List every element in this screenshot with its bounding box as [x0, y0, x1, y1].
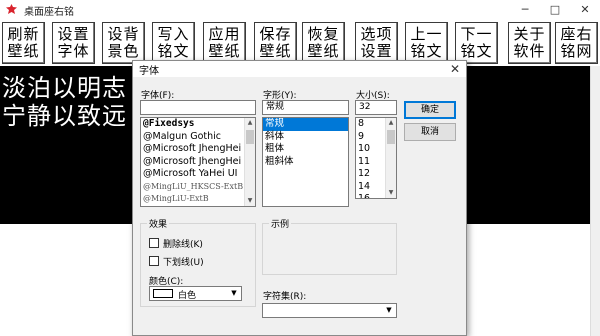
- button-label-line2: 壁纸: [307, 42, 340, 60]
- font-list-item[interactable]: @Fixedsys: [141, 118, 255, 131]
- button-label-line2: 设置: [360, 42, 393, 60]
- button-label-line1: 设置: [57, 25, 90, 43]
- button-label-line2: 铭文: [460, 42, 493, 60]
- vertical-scrollbar[interactable]: [590, 66, 600, 336]
- scroll-up-icon[interactable]: ▲: [245, 118, 255, 128]
- font-list-item[interactable]: @Microsoft JhengHei: [141, 143, 255, 156]
- font-list[interactable]: @Fixedsys @Malgun Gothic @Microsoft Jhen…: [140, 117, 256, 207]
- font-style-list[interactable]: 常规 斜体 粗体 粗斜体: [262, 117, 349, 207]
- style-list-item[interactable]: 粗斜体: [263, 156, 348, 169]
- button-label-line1: 选项: [360, 25, 393, 43]
- scroll-thumb[interactable]: [387, 130, 395, 144]
- button-label-line2: 铭网: [560, 42, 593, 60]
- font-size-list[interactable]: 8 9 10 11 12 14 16 ▲ ▼: [355, 117, 397, 199]
- button-label-line1: 设背: [107, 25, 140, 43]
- button-label-line1: 保存: [259, 25, 292, 43]
- write-motto-button[interactable]: 写入 铭文: [152, 22, 195, 64]
- button-label-line1: 恢复: [307, 25, 340, 43]
- strikeout-label: 删除线(K): [163, 240, 203, 250]
- save-wallpaper-button[interactable]: 保存 壁纸: [254, 22, 297, 64]
- chevron-down-icon[interactable]: ▼: [228, 288, 240, 299]
- font-style-input[interactable]: 常规: [262, 100, 349, 115]
- motto-website-button[interactable]: 座右 铭网: [555, 22, 598, 64]
- maximize-button[interactable]: □: [540, 0, 570, 19]
- strikeout-checkbox[interactable]: [149, 238, 159, 248]
- title-bar: 桌面座右铭 ─ □ ✕: [0, 0, 600, 19]
- font-list-item[interactable]: @Microsoft YaHei UI: [141, 168, 255, 181]
- button-label-line2: 壁纸: [259, 42, 292, 60]
- font-dialog: 字体 ✕ 字体(F): @Fixedsys @Malgun Gothic @Mi…: [132, 60, 467, 336]
- script-label: 字符集(R):: [263, 292, 307, 302]
- scroll-thumb[interactable]: [246, 130, 254, 144]
- button-label-line2: 软件: [513, 42, 546, 60]
- style-list-item-selected[interactable]: 常规: [263, 118, 348, 131]
- style-list-item[interactable]: 斜体: [263, 131, 348, 144]
- font-name-input[interactable]: [140, 100, 256, 115]
- font-list-item[interactable]: @Malgun Gothic: [141, 131, 255, 144]
- color-value: 白色: [178, 291, 197, 301]
- dialog-close-button[interactable]: ✕: [447, 61, 463, 77]
- color-select[interactable]: 白色 ▼: [149, 286, 242, 301]
- app-title: 桌面座右铭: [24, 7, 74, 18]
- chevron-down-icon[interactable]: ▼: [383, 305, 395, 316]
- button-label-line1: 写入: [157, 25, 190, 43]
- sample-group: 示例: [262, 217, 397, 275]
- sample-legend: 示例: [269, 217, 292, 230]
- next-motto-button[interactable]: 下一 铭文: [455, 22, 498, 64]
- button-label-line2: 壁纸: [208, 42, 241, 60]
- refresh-wallpaper-button[interactable]: 刷新 壁纸: [2, 22, 45, 64]
- font-list-item[interactable]: @Microsoft JhengHei: [141, 156, 255, 169]
- set-background-color-button[interactable]: 设背 景色: [102, 22, 145, 64]
- toolbar: 刷新 壁纸 设置 字体 设背 景色 写入 铭文 应用 壁纸 保存 壁纸 恢复 壁纸 选项 设置 …: [0, 19, 600, 65]
- button-label-line1: 上一: [410, 25, 443, 43]
- button-label-line1: 刷新: [7, 25, 40, 43]
- app-icon: [6, 4, 17, 14]
- button-label-line1: 座右: [560, 25, 593, 43]
- font-list-item[interactable]: @MingLiU_HKSCS-ExtB: [141, 181, 255, 194]
- apply-wallpaper-button[interactable]: 应用 壁纸: [203, 22, 246, 64]
- dialog-title-bar: 字体 ✕: [133, 61, 466, 77]
- button-label-line2: 铭文: [410, 42, 443, 60]
- color-swatch: [153, 289, 173, 298]
- button-label-line2: 壁纸: [7, 42, 40, 60]
- button-label-line1: 关于: [513, 25, 546, 43]
- dialog-title: 字体: [139, 66, 159, 77]
- scroll-down-icon[interactable]: ▼: [386, 188, 396, 198]
- button-label-line2: 字体: [57, 42, 90, 60]
- scroll-down-icon[interactable]: ▼: [245, 196, 255, 206]
- motto-line-2: 宁静以致远: [2, 102, 127, 130]
- scroll-up-icon[interactable]: ▲: [386, 118, 396, 128]
- button-label-line2: 铭文: [157, 42, 190, 60]
- button-label-line1: 应用: [208, 25, 241, 43]
- underline-label: 下划线(U): [163, 258, 204, 268]
- size-list-scrollbar[interactable]: ▲ ▼: [385, 118, 396, 198]
- script-select[interactable]: ▼: [262, 303, 397, 318]
- underline-checkbox[interactable]: [149, 256, 159, 266]
- close-button[interactable]: ✕: [570, 0, 600, 19]
- font-list-item[interactable]: @MingLiU-ExtB: [141, 193, 255, 206]
- font-list-scrollbar[interactable]: ▲ ▼: [244, 118, 255, 206]
- minimize-button[interactable]: ─: [510, 0, 540, 19]
- set-font-button[interactable]: 设置 字体: [52, 22, 95, 64]
- restore-wallpaper-button[interactable]: 恢复 壁纸: [302, 22, 345, 64]
- style-list-item[interactable]: 粗体: [263, 143, 348, 156]
- font-size-input[interactable]: 32: [355, 100, 397, 115]
- about-button[interactable]: 关于 软件: [508, 22, 551, 64]
- effects-group: 效果 删除线(K) 下划线(U) 颜色(C): 白色 ▼: [140, 217, 256, 307]
- button-label-line2: 景色: [107, 42, 140, 60]
- button-label-line1: 下一: [460, 25, 493, 43]
- cancel-button[interactable]: 取消: [404, 123, 456, 141]
- effects-legend: 效果: [147, 217, 170, 230]
- options-button[interactable]: 选项 设置: [355, 22, 398, 64]
- ok-button[interactable]: 确定: [404, 101, 456, 119]
- previous-motto-button[interactable]: 上一 铭文: [405, 22, 448, 64]
